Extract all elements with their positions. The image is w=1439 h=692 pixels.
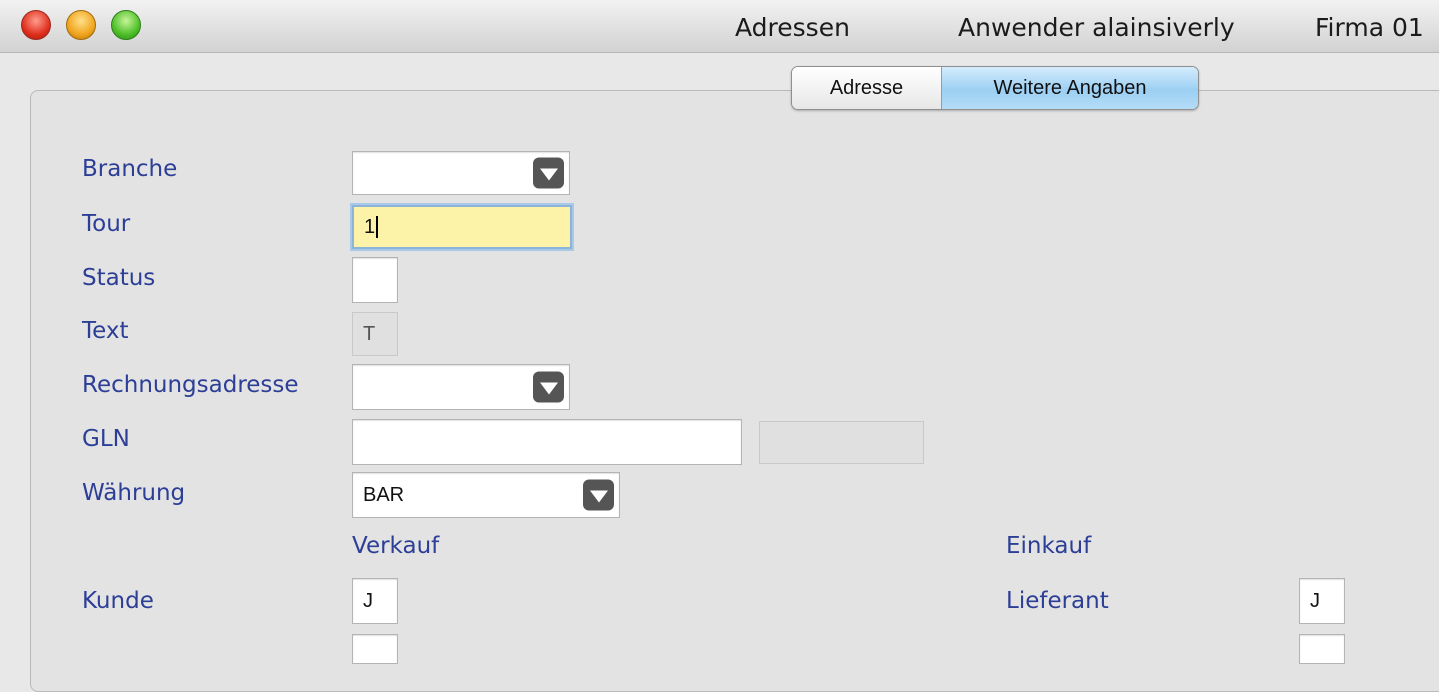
text-label: Text — [82, 318, 129, 344]
kunde-value: J — [363, 589, 373, 612]
chevron-down-icon[interactable] — [533, 157, 564, 189]
lieferant-label: Lieferant — [1006, 588, 1109, 614]
kunde-label: Kunde — [82, 588, 154, 614]
gln-extra-field — [759, 421, 924, 464]
text-value: T — [363, 322, 376, 345]
chevron-down-icon[interactable] — [583, 479, 614, 511]
waehrung-label: Währung — [82, 480, 186, 506]
minimize-window-button[interactable] — [66, 10, 96, 40]
user-indicator: Anwender alainsiverly — [958, 13, 1235, 42]
status-label: Status — [82, 265, 156, 291]
tab-adresse[interactable]: Adresse — [792, 67, 942, 109]
status-input[interactable] — [352, 257, 398, 303]
tour-input[interactable]: 1 — [352, 205, 572, 249]
window-title: Adressen — [735, 13, 850, 42]
rechnungsadresse-select[interactable] — [352, 364, 570, 410]
next-row-einkauf-input[interactable] — [1299, 634, 1345, 664]
rechnungsadresse-label: Rechnungsadresse — [82, 372, 299, 398]
tab-weitere-angaben[interactable]: Weitere Angaben — [942, 67, 1198, 109]
waehrung-value: BAR — [363, 483, 405, 506]
next-row-verkauf-input[interactable] — [352, 634, 398, 664]
tab-bar: Adresse Weitere Angaben — [791, 66, 1199, 110]
gln-label: GLN — [82, 426, 130, 452]
tour-label: Tour — [82, 211, 131, 237]
lieferant-value: J — [1310, 589, 1320, 612]
text-field: T — [352, 312, 398, 356]
gln-input[interactable] — [352, 419, 742, 465]
kunde-input[interactable]: J — [352, 578, 398, 624]
lieferant-input[interactable]: J — [1299, 578, 1345, 624]
close-window-button[interactable] — [21, 10, 51, 40]
waehrung-select[interactable]: BAR — [352, 472, 620, 518]
branche-select[interactable] — [352, 151, 570, 195]
zoom-window-button[interactable] — [111, 10, 141, 40]
chevron-down-icon[interactable] — [533, 371, 564, 403]
company-indicator: Firma 01 — [1315, 13, 1424, 42]
einkauf-heading: Einkauf — [1006, 533, 1092, 559]
branche-label: Branche — [82, 156, 178, 182]
verkauf-heading: Verkauf — [352, 533, 440, 559]
title-bar: Adressen Anwender alainsiverly Firma 01 — [0, 0, 1439, 53]
tour-value: 1 — [364, 215, 376, 238]
text-caret — [376, 216, 379, 238]
